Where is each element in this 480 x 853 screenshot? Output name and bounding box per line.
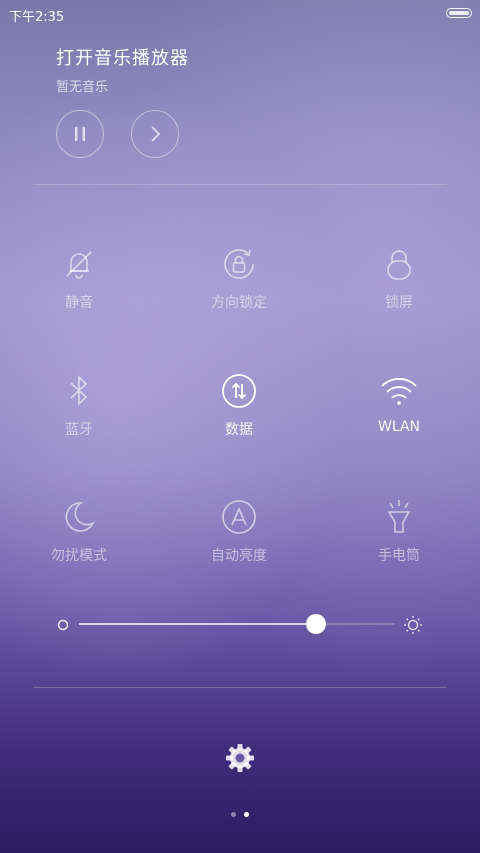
tile-bluetooth[interactable]: 蓝牙 <box>9 371 149 461</box>
moon-icon <box>59 497 99 537</box>
tile-auto-brightness[interactable]: 自动亮度 <box>169 497 309 587</box>
tile-label: 锁屏 <box>385 295 413 311</box>
gear-icon <box>226 744 254 772</box>
data-icon <box>219 371 259 411</box>
tile-label: 静音 <box>65 295 93 311</box>
tile-label: WLAN <box>377 419 420 435</box>
page-indicator <box>0 812 480 820</box>
tile-label: 自动亮度 <box>211 548 267 564</box>
settings-button[interactable] <box>222 740 258 776</box>
battery-icon <box>446 8 472 18</box>
chevron-right-icon <box>151 126 161 142</box>
status-time: 下午2:35 <box>9 10 65 25</box>
tile-dnd[interactable]: 勿扰模式 <box>9 497 149 587</box>
tile-mute[interactable]: 静音 <box>9 244 149 334</box>
tile-label: 数据 <box>225 422 253 438</box>
auto-brightness-icon <box>219 497 259 537</box>
bell-off-icon <box>59 244 99 284</box>
tile-wlan[interactable]: WLAN <box>329 371 469 461</box>
tile-label: 方向锁定 <box>211 295 267 311</box>
lock-icon <box>379 244 419 284</box>
tile-rotation-lock[interactable]: 方向锁定 <box>169 244 309 334</box>
tile-label: 勿扰模式 <box>51 548 107 564</box>
next-button[interactable] <box>131 110 179 158</box>
bluetooth-icon <box>59 371 99 411</box>
tile-label: 蓝牙 <box>65 422 93 438</box>
tile-label: 手电筒 <box>378 548 420 564</box>
music-widget[interactable]: 打开音乐播放器 暂无音乐 <box>56 44 189 95</box>
divider-top <box>33 184 447 185</box>
tile-flashlight[interactable]: 手电筒 <box>329 497 469 587</box>
brightness-high-icon <box>404 616 422 634</box>
page-dot-active[interactable] <box>244 812 249 817</box>
tile-lock-screen[interactable]: 锁屏 <box>329 244 469 334</box>
slider-thumb[interactable] <box>306 614 326 634</box>
music-subtitle: 暂无音乐 <box>56 80 109 95</box>
page-dot[interactable] <box>231 812 236 817</box>
rotation-lock-icon <box>219 244 259 284</box>
pause-button[interactable] <box>56 110 104 158</box>
pause-icon <box>75 127 85 141</box>
brightness-low-icon <box>57 619 69 631</box>
brightness-slider[interactable] <box>55 610 425 640</box>
divider-bottom <box>33 687 447 688</box>
wifi-icon <box>379 371 419 411</box>
status-bar: 下午2:35 <box>0 0 480 28</box>
tile-data[interactable]: 数据 <box>169 371 309 461</box>
flashlight-icon <box>379 497 419 537</box>
music-title[interactable]: 打开音乐播放器 <box>56 44 189 70</box>
